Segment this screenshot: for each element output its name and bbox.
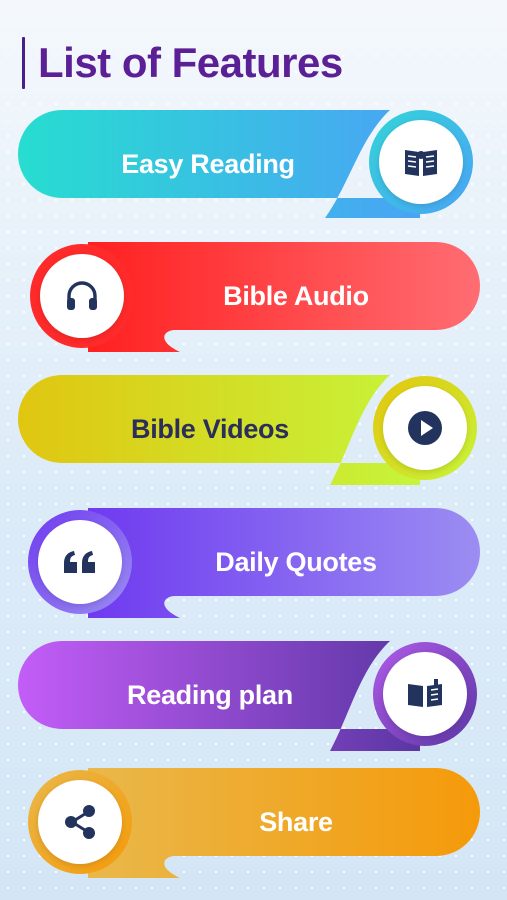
feature-label: Easy Reading xyxy=(121,148,295,179)
feature-label: Bible Videos xyxy=(131,413,289,444)
feature-label: Reading plan xyxy=(127,679,293,710)
share-icon xyxy=(65,805,95,839)
quote-icon xyxy=(64,551,95,573)
bible-audio-badge xyxy=(40,254,124,338)
play-circle-icon xyxy=(408,411,442,445)
easy-reading-badge xyxy=(379,120,463,204)
share-badge xyxy=(38,780,122,864)
feature-row-bible-audio[interactable]: Bible Audio xyxy=(0,240,507,352)
open-book-icon xyxy=(408,679,442,707)
daily-quotes-badge xyxy=(38,520,122,604)
feature-row-share[interactable]: Share xyxy=(0,766,507,878)
open-book-reader-icon xyxy=(405,150,437,176)
feature-row-bible-videos[interactable]: Bible Videos xyxy=(0,373,507,485)
feature-row-easy-reading[interactable]: Easy Reading xyxy=(0,108,507,220)
bible-videos-badge xyxy=(383,386,467,470)
header-accent-bar xyxy=(22,37,25,89)
reading-plan-badge xyxy=(383,652,467,736)
feature-row-reading-plan[interactable]: Reading plan xyxy=(0,639,507,751)
feature-label: Share xyxy=(259,806,333,837)
header: List of Features xyxy=(22,36,343,90)
page-title: List of Features xyxy=(38,39,343,86)
feature-label: Daily Quotes xyxy=(215,546,377,577)
feature-row-daily-quotes[interactable]: Daily Quotes xyxy=(0,506,507,618)
feature-label: Bible Audio xyxy=(223,280,369,311)
headphones-icon xyxy=(67,281,97,310)
